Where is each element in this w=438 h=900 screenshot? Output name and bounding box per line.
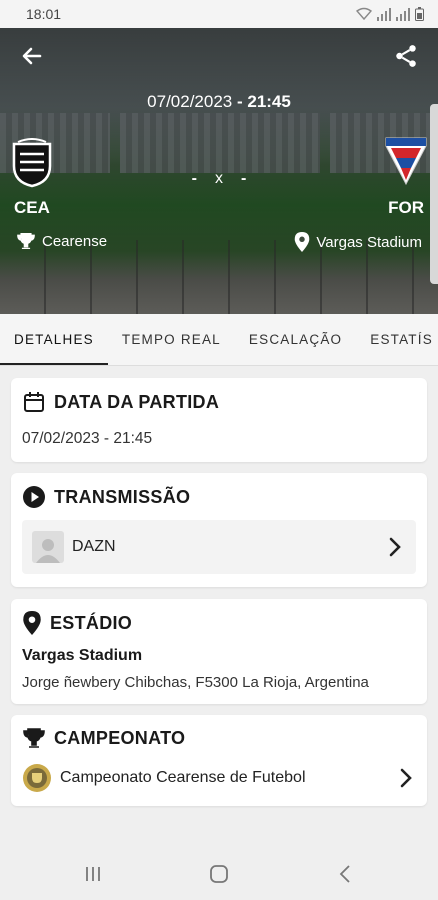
arrow-left-icon <box>22 47 42 65</box>
home-button[interactable] <box>204 859 234 889</box>
tab-estatisticas[interactable]: ESTATÍS <box>356 314 438 365</box>
tab-detalhes[interactable]: DETALHES <box>0 314 108 365</box>
location-pin-icon <box>295 232 310 252</box>
championship-logo <box>23 764 51 792</box>
match-date-card-title: DATA DA PARTIDA <box>22 390 219 414</box>
recent-apps-button[interactable] <box>78 859 108 889</box>
home-score: - <box>191 170 215 187</box>
stadium-card: ESTÁDIO Vargas Stadium Jorge ñewbery Chi… <box>11 599 427 704</box>
broadcast-provider-row[interactable]: DAZN <box>22 520 416 574</box>
tab-tempo-real[interactable]: TEMPO REAL <box>108 314 235 365</box>
back-nav-button[interactable] <box>330 859 360 889</box>
user-placeholder-icon <box>36 539 60 563</box>
match-date-card: DATA DA PARTIDA 07/02/2023 - 21:45 <box>11 378 427 462</box>
location-pin-icon <box>23 611 41 635</box>
broadcast-card: TRANSMISSÃO DAZN <box>11 473 427 587</box>
back-nav-icon <box>339 865 350 883</box>
tab-bar: DETALHES TEMPO REAL ESCALAÇÃO ESTATÍS <box>0 314 438 366</box>
championship-title: CAMPEONATO <box>54 727 186 748</box>
scoreboard: -x- <box>0 170 438 188</box>
signal-icon <box>377 7 391 21</box>
broadcast-card-title: TRANSMISSÃO <box>22 485 190 509</box>
system-nav-bar <box>0 848 438 900</box>
tab-escalacao[interactable]: ESCALAÇÃO <box>235 314 356 365</box>
away-score: - <box>241 170 265 187</box>
match-time: 21:45 <box>247 92 291 111</box>
recent-apps-icon <box>86 867 100 881</box>
match-date-value: 07/02/2023 - 21:45 <box>22 430 153 447</box>
battery-icon <box>415 7 424 21</box>
home-icon <box>210 865 228 883</box>
championship-card: CAMPEONATO Campeonato Cearense de Futebo… <box>11 715 427 806</box>
date-separator: - <box>232 92 248 111</box>
wifi-icon <box>356 7 372 21</box>
championship-card-title: CAMPEONATO <box>22 727 185 749</box>
home-team-code: CEA <box>14 198 50 217</box>
status-icons <box>356 7 424 21</box>
status-time: 18:01 <box>26 6 62 22</box>
trophy-icon <box>17 232 35 250</box>
match-header: 07/02/2023 - 21:45 -x- CEA FOR Cearense … <box>0 28 438 314</box>
competition-label: Cearense <box>16 232 107 250</box>
broadcast-provider-name: DAZN <box>72 538 116 555</box>
stadium-stand-center <box>120 113 320 173</box>
stadium-card-title: ESTÁDIO <box>22 611 132 635</box>
provider-avatar <box>32 531 64 563</box>
competition-name: Cearense <box>42 232 108 250</box>
chevron-right-icon <box>400 768 412 788</box>
venue-label: Vargas Stadium <box>294 232 422 252</box>
chevron-right-icon <box>389 537 401 557</box>
share-icon <box>396 45 416 67</box>
play-circle-icon <box>23 486 45 508</box>
match-datetime: 07/02/2023 - 21:45 <box>0 92 438 112</box>
back-button[interactable] <box>12 36 52 76</box>
championship-row[interactable]: Campeonato Cearense de Futebol <box>22 761 416 795</box>
status-bar: 18:01 <box>0 0 438 28</box>
stadium-name: Vargas Stadium <box>22 647 143 664</box>
signal-icon-2 <box>396 7 410 21</box>
calendar-icon <box>24 392 44 412</box>
broadcast-title: TRANSMISSÃO <box>54 486 191 507</box>
trophy-icon <box>23 728 45 748</box>
score-separator: x <box>215 170 241 187</box>
stadium-title: ESTÁDIO <box>50 612 133 633</box>
side-panel-handle[interactable] <box>430 104 438 284</box>
away-team-code: FOR <box>388 198 424 217</box>
venue-name: Vargas Stadium <box>316 233 422 251</box>
stadium-address: Jorge ñewbery Chibchas, F5300 La Rioja, … <box>22 674 369 691</box>
match-date: 07/02/2023 <box>147 92 233 111</box>
championship-name: Campeonato Cearense de Futebol <box>60 769 306 786</box>
match-date-title: DATA DA PARTIDA <box>54 391 220 412</box>
share-button[interactable] <box>386 36 426 76</box>
